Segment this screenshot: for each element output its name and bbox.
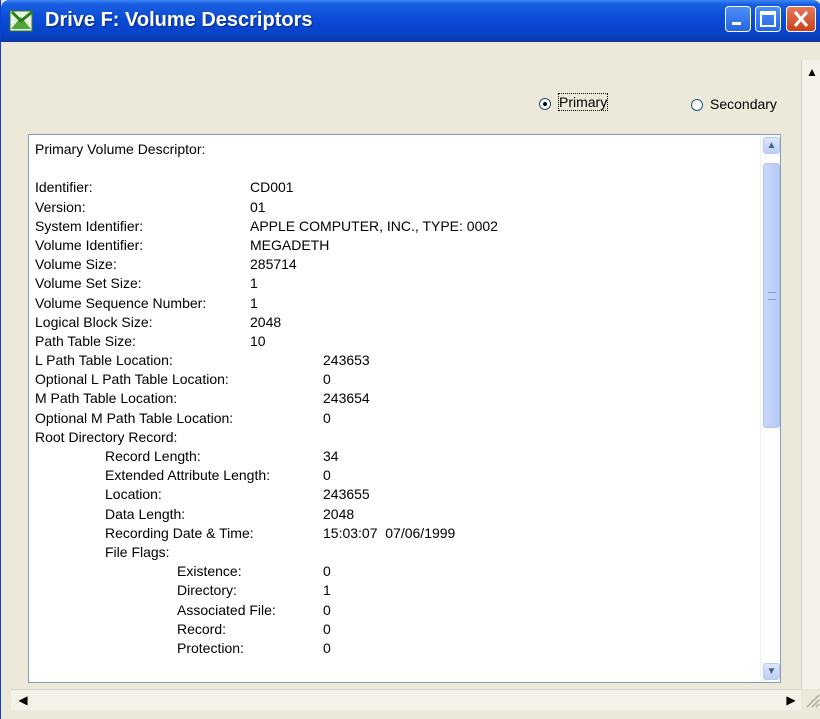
descriptor-label: Volume Identifier: bbox=[35, 236, 144, 253]
scroll-thumb[interactable] bbox=[763, 163, 780, 428]
descriptor-value: 243655 bbox=[323, 486, 370, 503]
descriptor-label: Identifier: bbox=[35, 179, 93, 196]
descriptor-label: Volume Size: bbox=[35, 256, 117, 273]
title-bar[interactable]: Drive F: Volume Descriptors bbox=[1, 0, 820, 42]
chevron-up-icon: ▲ bbox=[766, 140, 777, 151]
descriptor-label: L Path Table Location: bbox=[35, 352, 173, 369]
descriptor-value: 0 bbox=[323, 563, 331, 580]
descriptor-value: 10 bbox=[250, 332, 266, 349]
primary-radio[interactable] bbox=[539, 98, 551, 110]
descriptor-label: Primary Volume Descriptor: bbox=[35, 141, 206, 157]
descriptor-value: 243654 bbox=[323, 390, 370, 407]
window-horizontal-scrollbar[interactable]: ◀ ▶ bbox=[11, 689, 801, 710]
descriptor-label: Directory: bbox=[177, 582, 237, 599]
descriptor-label: Protection: bbox=[177, 639, 244, 656]
descriptor-label: Record Length: bbox=[105, 448, 201, 464]
chevron-down-icon: ▼ bbox=[766, 666, 777, 677]
secondary-radio-label[interactable]: Secondary bbox=[710, 96, 777, 112]
descriptor-value: 0 bbox=[323, 409, 331, 426]
descriptor-label: Optional L Path Table Location: bbox=[35, 371, 229, 388]
descriptor-value: 2048 bbox=[250, 313, 282, 330]
descriptor-label: Data Length: bbox=[105, 505, 186, 522]
descriptor-label: Version: bbox=[35, 198, 86, 215]
arrow-right-icon[interactable]: ▶ bbox=[783, 692, 799, 708]
scroll-down-button[interactable]: ▼ bbox=[763, 663, 780, 680]
primary-radio-label[interactable]: Primary bbox=[557, 93, 609, 111]
descriptor-label: Optional M Path Table Location: bbox=[35, 409, 234, 426]
descriptor-label: Path Table Size: bbox=[35, 332, 136, 349]
volume-descriptors-window: Drive F: Volume Descriptors Primary Seco… bbox=[0, 0, 820, 719]
scroll-up-button[interactable]: ▲ bbox=[763, 137, 780, 154]
descriptor-value: 2048 bbox=[323, 505, 355, 522]
descriptor-label: Recording Date & Time: bbox=[105, 524, 254, 541]
descriptor-value: 15:03:07 07/06/1999 bbox=[323, 524, 456, 541]
maximize-icon bbox=[760, 11, 776, 27]
secondary-radio[interactable] bbox=[691, 99, 703, 111]
descriptor-label: Volume Set Size: bbox=[35, 275, 142, 292]
close-button[interactable] bbox=[786, 6, 816, 32]
descriptor-label: Logical Block Size: bbox=[35, 313, 153, 330]
descriptor-value: 1 bbox=[250, 294, 258, 311]
descriptor-value: 0 bbox=[323, 467, 331, 484]
descriptor-value: 01 bbox=[250, 198, 266, 215]
descriptor-label: Record: bbox=[177, 620, 227, 637]
descriptor-value: 34 bbox=[323, 448, 339, 464]
descriptor-value: 0 bbox=[323, 601, 331, 618]
descriptor-value: CD001 bbox=[250, 179, 294, 196]
descriptor-value: APPLE COMPUTER, INC., TYPE: 0002 bbox=[250, 217, 498, 234]
descriptor-value: 243653 bbox=[323, 352, 370, 369]
window-title: Drive F: Volume Descriptors bbox=[45, 9, 313, 31]
descriptor-label: Associated File: bbox=[177, 601, 276, 618]
arrow-up-icon[interactable]: ▲ bbox=[804, 64, 820, 80]
arrow-left-icon[interactable]: ◀ bbox=[15, 692, 31, 708]
descriptor-value: 0 bbox=[323, 639, 331, 656]
descriptor-value: MEGADETH bbox=[250, 236, 330, 253]
text-area-scrollbar[interactable]: ▲ ▼ bbox=[760, 135, 780, 682]
window-vertical-scrollbar[interactable]: ▲ ▼ bbox=[801, 60, 820, 706]
descriptor-label: M Path Table Location: bbox=[35, 390, 178, 407]
grip-icon bbox=[768, 292, 776, 300]
maximize-button[interactable] bbox=[755, 6, 781, 32]
resize-grip[interactable] bbox=[801, 689, 820, 709]
descriptor-text-area[interactable]: Primary Volume Descriptor: Identifier: CD0… bbox=[28, 134, 781, 683]
descriptor-label: Existence: bbox=[177, 563, 242, 580]
descriptor-label: Extended Attribute Length: bbox=[105, 467, 271, 484]
minimize-button[interactable] bbox=[725, 6, 751, 32]
descriptor-label: System Identifier: bbox=[35, 217, 144, 234]
drive-window-icon bbox=[9, 10, 33, 32]
descriptor-label: Volume Sequence Number: bbox=[35, 294, 207, 311]
descriptor-value: 0 bbox=[323, 620, 331, 637]
descriptor-value: 0 bbox=[323, 371, 331, 388]
close-icon bbox=[793, 11, 809, 27]
descriptor-value: 285714 bbox=[250, 256, 297, 273]
descriptor-label: File Flags: bbox=[105, 543, 170, 560]
descriptor-label: Root Directory Record: bbox=[35, 428, 178, 445]
resize-grip-icon bbox=[806, 694, 820, 708]
descriptor-value: 1 bbox=[323, 582, 331, 599]
descriptor-label: Location: bbox=[105, 486, 162, 503]
minimize-icon bbox=[732, 22, 741, 25]
descriptor-value: 1 bbox=[250, 275, 258, 292]
